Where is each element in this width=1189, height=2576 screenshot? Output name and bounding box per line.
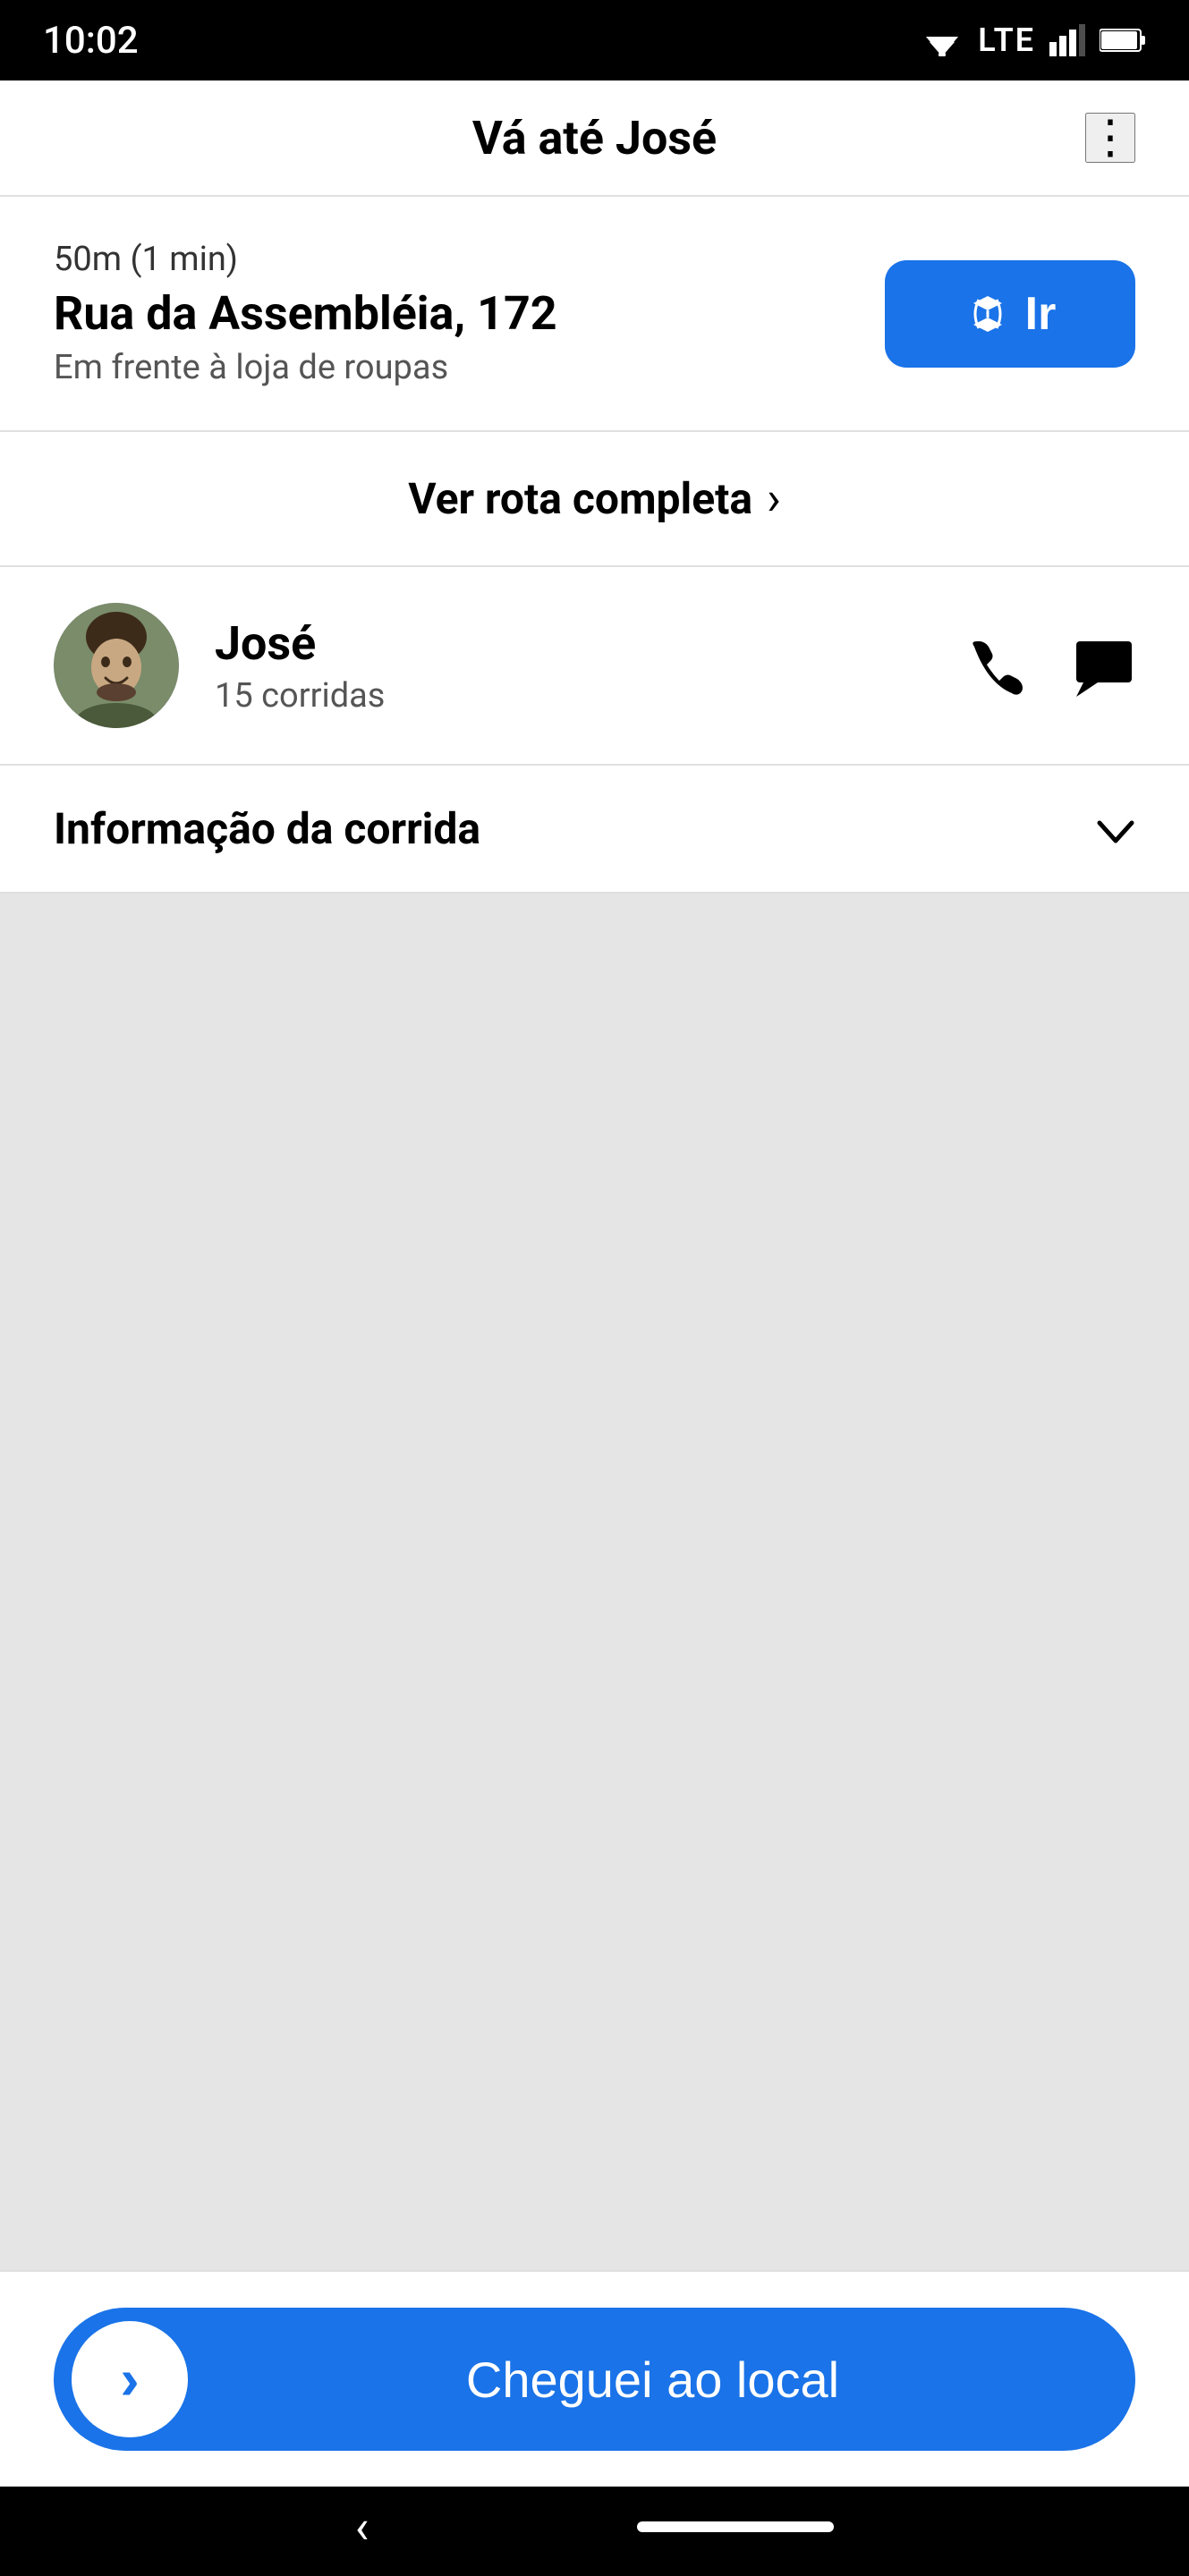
chevron-down-icon [1096, 801, 1135, 856]
back-icon[interactable]: ‹ [355, 2500, 369, 2555]
go-button[interactable]: Ir [885, 260, 1135, 368]
status-time: 10:02 [43, 19, 139, 63]
destination-address: Rua da Assembléia, 172 [54, 286, 557, 341]
destination-card: 50m (1 min) Rua da Assembléia, 172 Em fr… [0, 197, 1189, 432]
home-indicator [637, 2521, 834, 2532]
wifi-icon [921, 24, 964, 56]
bottom-nav: ‹ [0, 2487, 1189, 2576]
phone-icon [967, 634, 1030, 697]
status-bar: 10:02 LTE [0, 0, 1189, 80]
header-menu-button[interactable]: ⋮ [1085, 113, 1135, 163]
contact-actions [967, 634, 1135, 697]
network-label: LTE [978, 21, 1035, 59]
contact-info: José 15 corridas [215, 616, 931, 716]
contact-rides: 15 corridas [215, 676, 931, 716]
header-title: Vá até José [472, 111, 717, 165]
contact-card: José 15 corridas [0, 567, 1189, 766]
destination-info: 50m (1 min) Rua da Assembléia, 172 Em fr… [54, 240, 557, 387]
arrived-chevron-icon: › [120, 2346, 139, 2412]
arrived-button[interactable]: › Cheguei ao local [54, 2308, 1135, 2451]
route-icon [964, 291, 1011, 337]
message-icon [1073, 634, 1135, 697]
ride-info-label: Informação da corrida [54, 803, 480, 854]
ride-info-row[interactable]: Informação da corrida [0, 766, 1189, 894]
destination-note: Em frente à loja de roupas [54, 348, 557, 387]
chevron-right-icon: › [767, 471, 781, 526]
message-button[interactable] [1073, 634, 1135, 697]
status-icons: LTE [921, 21, 1146, 59]
signal-icon [1049, 24, 1085, 56]
destination-meta: 50m (1 min) [54, 240, 557, 279]
header: Vá até José ⋮ [0, 80, 1189, 197]
battery-icon [1100, 28, 1146, 53]
arrived-chevron-circle: › [72, 2321, 188, 2437]
go-button-label: Ir [1025, 287, 1057, 341]
avatar [54, 603, 179, 728]
arrived-label: Cheguei ao local [188, 2351, 1135, 2409]
map-area [0, 894, 1189, 2270]
call-button[interactable] [967, 634, 1030, 697]
bottom-action: › Cheguei ao local [0, 2270, 1189, 2487]
contact-name: José [215, 616, 931, 671]
see-route-text: Ver rota completa [408, 473, 752, 524]
avatar-image [54, 603, 179, 728]
see-route-row[interactable]: Ver rota completa › [0, 432, 1189, 567]
